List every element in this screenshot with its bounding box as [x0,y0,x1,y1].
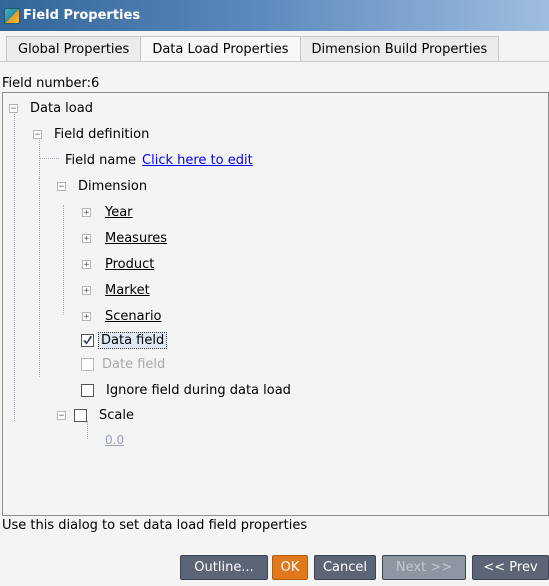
collapse-icon[interactable]: − [33,129,42,139]
dimension-product[interactable]: Product [105,257,154,272]
tab-bar: Global Properties Data Load Properties D… [0,36,549,62]
tree-label-field-definition: Field definition [54,126,150,142]
tree-node-field-definition: − Field definition [33,123,149,145]
date-field-checkbox [81,357,94,371]
tree-node-measures: + Measures [82,227,167,249]
tree-node-data-load: − Data load [9,97,93,119]
tree-node-date-field: Date field [81,353,165,375]
collapse-icon[interactable]: − [9,103,18,113]
expand-icon[interactable]: + [82,311,91,321]
prev-button[interactable]: << Prev [472,555,549,580]
expand-icon[interactable]: + [82,233,91,243]
dimension-measures[interactable]: Measures [105,231,167,246]
field-number-label: Field number:6 [2,76,100,91]
tree-node-year: + Year [82,201,133,223]
tree-guide-line [39,177,40,377]
tree-node-scale: − Scale [57,404,134,426]
title-bar: Field Properties [0,0,549,31]
tab-global-properties[interactable]: Global Properties [6,36,142,61]
date-field-label: Date field [102,356,166,372]
collapse-icon[interactable]: − [57,410,66,420]
properties-tree[interactable]: − Data load − Field definition Field nam… [2,92,549,516]
tree-guide-line [63,205,64,315]
field-name-edit-link[interactable]: Click here to edit [142,153,253,168]
data-field-label[interactable]: Data field [98,331,168,349]
scale-value: 0.0 [105,433,125,447]
ok-button[interactable]: OK [272,555,308,580]
window-title: Field Properties [23,8,141,23]
tree-node-dimension: − Dimension [57,175,147,197]
tab-data-load-properties[interactable]: Data Load Properties [140,36,301,61]
tab-dimension-build-properties[interactable]: Dimension Build Properties [299,36,500,61]
collapse-icon[interactable]: − [57,181,66,191]
ignore-field-checkbox[interactable] [81,383,94,397]
outline-button[interactable]: Outline... [180,555,268,580]
app-icon [4,7,20,24]
dimension-scenario[interactable]: Scenario [105,309,162,324]
tree-label-dimension: Dimension [78,178,148,194]
cancel-button[interactable]: Cancel [314,555,376,580]
data-field-checkbox[interactable] [81,333,94,347]
tree-node-data-field: Data field [81,329,168,351]
status-text: Use this dialog to set data load field p… [2,518,308,533]
tree-node-scale-value: 0.0 [105,429,124,451]
expand-icon[interactable]: + [82,285,91,295]
tree-node-scenario: + Scenario [82,305,162,327]
field-name-label: Field name [65,152,137,168]
expand-icon[interactable]: + [82,207,91,217]
tree-node-product: + Product [82,253,154,275]
button-bar: Outline... OK Cancel Next >> << Prev [0,555,549,580]
expand-icon[interactable]: + [82,259,91,269]
scale-label[interactable]: Scale [99,408,134,423]
tree-guide-line [39,158,59,159]
ignore-field-label[interactable]: Ignore field during data load [106,383,291,398]
scale-checkbox[interactable] [74,408,87,422]
tree-label-data-load: Data load [30,100,93,116]
tree-node-market: + Market [82,279,150,301]
tree-node-field-name: Field name Click here to edit [65,149,253,171]
next-button: Next >> [382,555,466,580]
tree-guide-line [14,111,15,421]
dimension-year[interactable]: Year [105,205,133,220]
tree-node-ignore-field: Ignore field during data load [81,379,291,401]
dimension-market[interactable]: Market [105,283,150,298]
